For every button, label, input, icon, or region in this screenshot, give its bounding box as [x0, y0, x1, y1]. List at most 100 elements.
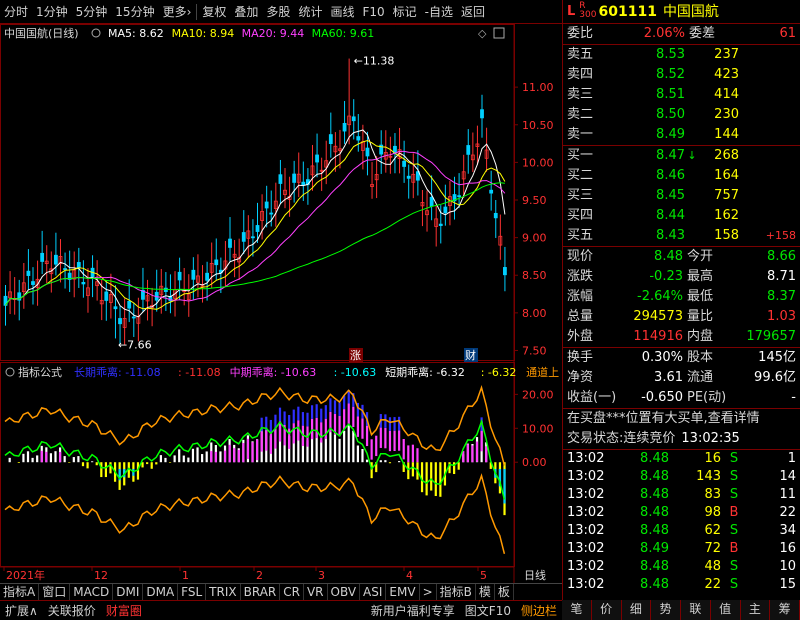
- tick-time: 13:02: [567, 541, 605, 556]
- toolbar-btn-4[interactable]: 更多›: [159, 0, 196, 24]
- bottom-left-0[interactable]: 扩展∧: [0, 602, 43, 619]
- candle-body: [104, 291, 109, 301]
- right-tab-5[interactable]: 值: [711, 600, 741, 620]
- news-row[interactable]: 在买盘***位置有大买单,查看详情: [563, 409, 800, 429]
- gear-icon[interactable]: [5, 367, 15, 377]
- order-book: 委比 2.06% 委差 61 卖五 8.53 237 卖四 8.52 423 卖三 8.51 414 卖二…: [563, 24, 800, 594]
- bottom-right-0[interactable]: 新用户福利专享: [366, 602, 460, 619]
- stat-label: 涨跌: [567, 269, 594, 284]
- weibi-value: 2.06%: [643, 26, 685, 41]
- right-tab-2[interactable]: 细: [622, 600, 652, 620]
- toolbar-btn-2[interactable]: 5分钟: [72, 0, 112, 24]
- toolbar-btn-12[interactable]: -自选: [421, 0, 457, 24]
- right-tab-0[interactable]: 笔: [562, 600, 592, 620]
- tick-side: S: [729, 451, 739, 466]
- indicator-tab-10[interactable]: OBV: [328, 584, 361, 600]
- right-tab-4[interactable]: 联: [681, 600, 711, 620]
- indicator-tab-8[interactable]: CR: [280, 584, 304, 600]
- right-tab-7[interactable]: 筹: [770, 600, 800, 620]
- event-cai[interactable]: 财: [465, 348, 476, 362]
- toolbar-btn-11[interactable]: 标记: [389, 0, 421, 24]
- tick-price: 8.48: [640, 487, 669, 502]
- toolbar-btn-5[interactable]: 复权: [198, 0, 230, 24]
- stat-label: 最低: [687, 289, 714, 304]
- indicator-tab-3[interactable]: DMI: [113, 584, 144, 600]
- sell-price: 8.53: [656, 47, 685, 62]
- candle-body: [342, 122, 347, 132]
- toolbar-btn-9[interactable]: 画线: [326, 0, 358, 24]
- mid-bar: [356, 416, 359, 437]
- sell-row-3: 卖二 8.50 230: [563, 105, 800, 125]
- short-bar: [425, 462, 428, 496]
- indicator-tab-9[interactable]: VR: [304, 584, 328, 600]
- short-bar: [398, 461, 401, 463]
- short-bar: [356, 445, 359, 463]
- buy-label: 买一: [567, 148, 594, 163]
- tick-side: S: [729, 469, 739, 484]
- short-bar: [31, 457, 34, 463]
- toolbar-btn-3[interactable]: 15分钟: [111, 0, 158, 24]
- toolbar-btn-10[interactable]: F10: [358, 0, 388, 24]
- mid-bar: [292, 423, 295, 444]
- indicator-tab-2[interactable]: MACD: [70, 584, 114, 600]
- stat-label: 量比: [687, 309, 714, 324]
- indicator-tab-13[interactable]: >: [420, 584, 437, 600]
- toolbar-btn-13[interactable]: 返回: [457, 0, 489, 24]
- candle-body: [292, 173, 297, 183]
- candle-body: [466, 145, 471, 155]
- period-label[interactable]: 日线: [524, 568, 546, 582]
- buy-price: 8.43: [656, 228, 685, 243]
- short-bar: [150, 462, 153, 469]
- stat-label: 外盘: [567, 329, 594, 344]
- toolbar-btn-1[interactable]: 1分钟: [32, 0, 72, 24]
- diamond-icon[interactable]: ◇: [478, 27, 487, 40]
- right-tab-6[interactable]: 主: [741, 600, 771, 620]
- event-zhang[interactable]: 涨: [350, 349, 361, 362]
- candle-body: [406, 175, 411, 179]
- toolbar-btn-8[interactable]: 统计: [294, 0, 326, 24]
- candle-body: [443, 206, 448, 214]
- toolbar-btn-6[interactable]: 叠加: [230, 0, 262, 24]
- short-bar: [178, 449, 181, 463]
- indicator-tab-0[interactable]: 指标A: [0, 584, 40, 600]
- short-line: [4, 418, 506, 500]
- gear-icon[interactable]: [91, 28, 101, 38]
- indicator-tab-7[interactable]: BRAR: [241, 584, 281, 600]
- stat2-label: 流通: [687, 370, 714, 385]
- indicator-tab-11[interactable]: ASI: [360, 584, 387, 600]
- mid-bar: [242, 442, 245, 463]
- candle-body: [429, 197, 434, 207]
- indicator-item-6: 通道上: [526, 365, 559, 379]
- short-bar: [191, 448, 195, 463]
- bottom-left-1[interactable]: 关联报价: [43, 602, 101, 619]
- toolbar-btn-0[interactable]: 分时: [0, 0, 32, 24]
- toolbar-btn-7[interactable]: 多股: [262, 0, 294, 24]
- stat-row-3: 总量 294573 量比 1.03: [563, 307, 800, 327]
- tick-row-4: 13:02 8.48 62 S 34: [563, 522, 800, 540]
- indicator-tab-4[interactable]: DMA: [143, 584, 179, 600]
- chart-area[interactable]: 中国国航(日线) MA5: 8.62 MA10: 8.94 MA20: 9.44 MA6…: [0, 24, 562, 584]
- mid-bar: [352, 406, 355, 428]
- sell-vol: 423: [714, 67, 739, 82]
- indicator-tab-6[interactable]: TRIX: [206, 584, 241, 600]
- candle-body: [214, 259, 219, 266]
- bottom-right-2[interactable]: 侧边栏: [516, 602, 562, 619]
- indicator-tab-14[interactable]: 指标B: [437, 584, 476, 600]
- sell-label: 卖二: [567, 107, 594, 122]
- mid-bar: [347, 403, 350, 424]
- indicator-tab-15[interactable]: 模: [476, 584, 495, 600]
- indicator-tab-12[interactable]: EMV: [386, 584, 420, 600]
- right-tab-1[interactable]: 价: [592, 600, 622, 620]
- mid-bar: [388, 430, 392, 452]
- right-tab-3[interactable]: 势: [651, 600, 681, 620]
- tick-price: 8.48: [640, 559, 669, 574]
- indicator-item-4: 短期乖离: -6.32: [385, 365, 465, 379]
- indicator-tab-16[interactable]: 板: [495, 584, 514, 600]
- maximize-icon[interactable]: [493, 27, 505, 39]
- stat-value: 294573: [633, 309, 683, 324]
- bottom-left-2[interactable]: 财富圈: [101, 602, 147, 619]
- indicator-tab-1[interactable]: 窗口: [39, 584, 71, 600]
- indicator-tab-5[interactable]: FSL: [178, 584, 207, 600]
- kline-chart[interactable]: 中国国航(日线) MA5: 8.62 MA10: 8.94 MA20: 9.44 MA6…: [0, 24, 562, 584]
- bottom-right-1[interactable]: 图文F10: [460, 602, 516, 619]
